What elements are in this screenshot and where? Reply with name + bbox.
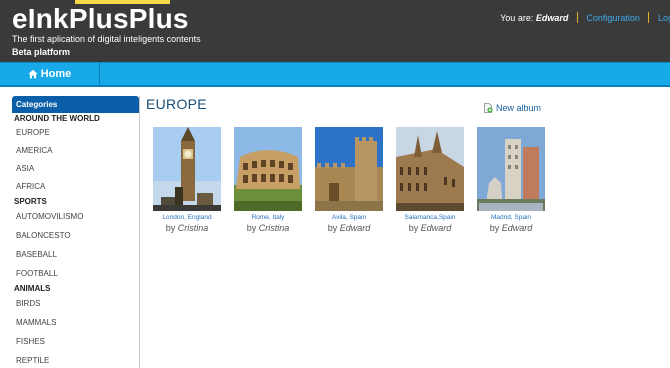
new-album-label: New album <box>496 103 542 113</box>
album-caption[interactable]: Rome, Italy <box>234 214 302 221</box>
by-label: by <box>327 223 338 233</box>
category-item-reptile[interactable]: REPTILE <box>12 351 139 368</box>
platform-label: Beta platform <box>12 47 71 57</box>
by-label: by <box>408 223 419 233</box>
album-thumbnail-london[interactable] <box>153 127 221 211</box>
category-item-baloncesto[interactable]: BALONCESTO <box>12 226 139 245</box>
category-item-asia[interactable]: ASIA <box>12 160 139 178</box>
category-item-baseball[interactable]: BASEBALL <box>12 245 139 264</box>
album-author: Edward <box>501 223 533 233</box>
album-thumbnail-avila[interactable] <box>315 127 383 211</box>
album-caption[interactable]: Avila, Spain <box>315 214 383 221</box>
category-item-europe[interactable]: EUROPE <box>12 124 139 142</box>
category-item-fishes[interactable]: FISHES <box>12 332 139 351</box>
configuration-link[interactable]: Configuration <box>586 13 640 23</box>
app-header: eInkPlusPlus The first aplication of dig… <box>0 0 670 62</box>
page-title: EUROPE <box>146 96 207 112</box>
divider <box>648 12 650 23</box>
album-author: Cristina <box>258 223 290 233</box>
by-label: by <box>246 223 257 233</box>
main-content: EUROPE New album London, England by Cris… <box>146 96 666 233</box>
album-byline: by Edward <box>477 223 545 233</box>
nav-home-button[interactable]: Home <box>0 63 100 85</box>
home-icon <box>28 69 38 79</box>
category-item-africa[interactable]: AFRICA <box>12 178 139 196</box>
album-author: Edward <box>339 223 371 233</box>
album-author: Cristina <box>177 223 209 233</box>
album-card[interactable]: Salamanca,Spain by Edward <box>396 127 464 233</box>
album-byline: by Cristina <box>153 223 221 233</box>
album-byline: by Cristina <box>234 223 302 233</box>
album-caption[interactable]: Madrid, Spain <box>477 214 545 221</box>
category-group-label: SPORTS <box>14 197 47 206</box>
album-thumbnail-rome[interactable] <box>234 127 302 211</box>
album-byline: by Edward <box>315 223 383 233</box>
category-group-label: ANIMALS <box>14 284 51 293</box>
by-label: by <box>165 223 176 233</box>
brand-tagline: The first aplication of digital intelige… <box>12 34 201 44</box>
album-caption[interactable]: Salamanca,Spain <box>396 214 464 221</box>
categories-sidebar: Categories AROUND THE WORLD EUROPE AMERI… <box>12 96 140 368</box>
category-item-automovilismo[interactable]: AUTOMOVILISMO <box>12 207 139 226</box>
category-group-label: AROUND THE WORLD <box>14 114 100 123</box>
album-author: Edward <box>420 223 452 233</box>
main-navbar: Home <box>0 62 670 87</box>
category-item-mammals[interactable]: MAMMALS <box>12 313 139 332</box>
new-album-button[interactable]: New album <box>483 103 541 113</box>
category-item-birds[interactable]: BIRDS <box>12 294 139 313</box>
album-byline: by Edward <box>396 223 464 233</box>
username: Edward <box>535 13 569 23</box>
album-thumbnail-madrid[interactable] <box>477 127 545 211</box>
by-label: by <box>489 223 500 233</box>
album-caption[interactable]: London, England <box>153 214 221 221</box>
user-bar: You are: Edward Configuration Logo <box>500 12 670 23</box>
nav-home-label: Home <box>40 68 72 80</box>
divider <box>576 12 578 23</box>
category-item-america[interactable]: AMERICA <box>12 142 139 160</box>
album-card[interactable]: London, England by Cristina <box>153 127 221 233</box>
user-prefix: You are: <box>500 13 534 23</box>
album-thumbnail-salamanca[interactable] <box>396 127 464 211</box>
logout-link[interactable]: Logo <box>658 13 670 23</box>
new-album-icon <box>484 103 493 113</box>
album-card[interactable]: Rome, Italy by Cristina <box>234 127 302 233</box>
album-grid: London, England by Cristina Rome, Italy … <box>153 127 545 233</box>
sidebar-title: Categories <box>12 96 139 113</box>
album-card[interactable]: Madrid, Spain by Edward <box>477 127 545 233</box>
category-item-football[interactable]: FOOTBALL <box>12 264 139 283</box>
album-card[interactable]: Avila, Spain by Edward <box>315 127 383 233</box>
brand-logo[interactable]: eInkPlusPlus <box>12 4 189 34</box>
